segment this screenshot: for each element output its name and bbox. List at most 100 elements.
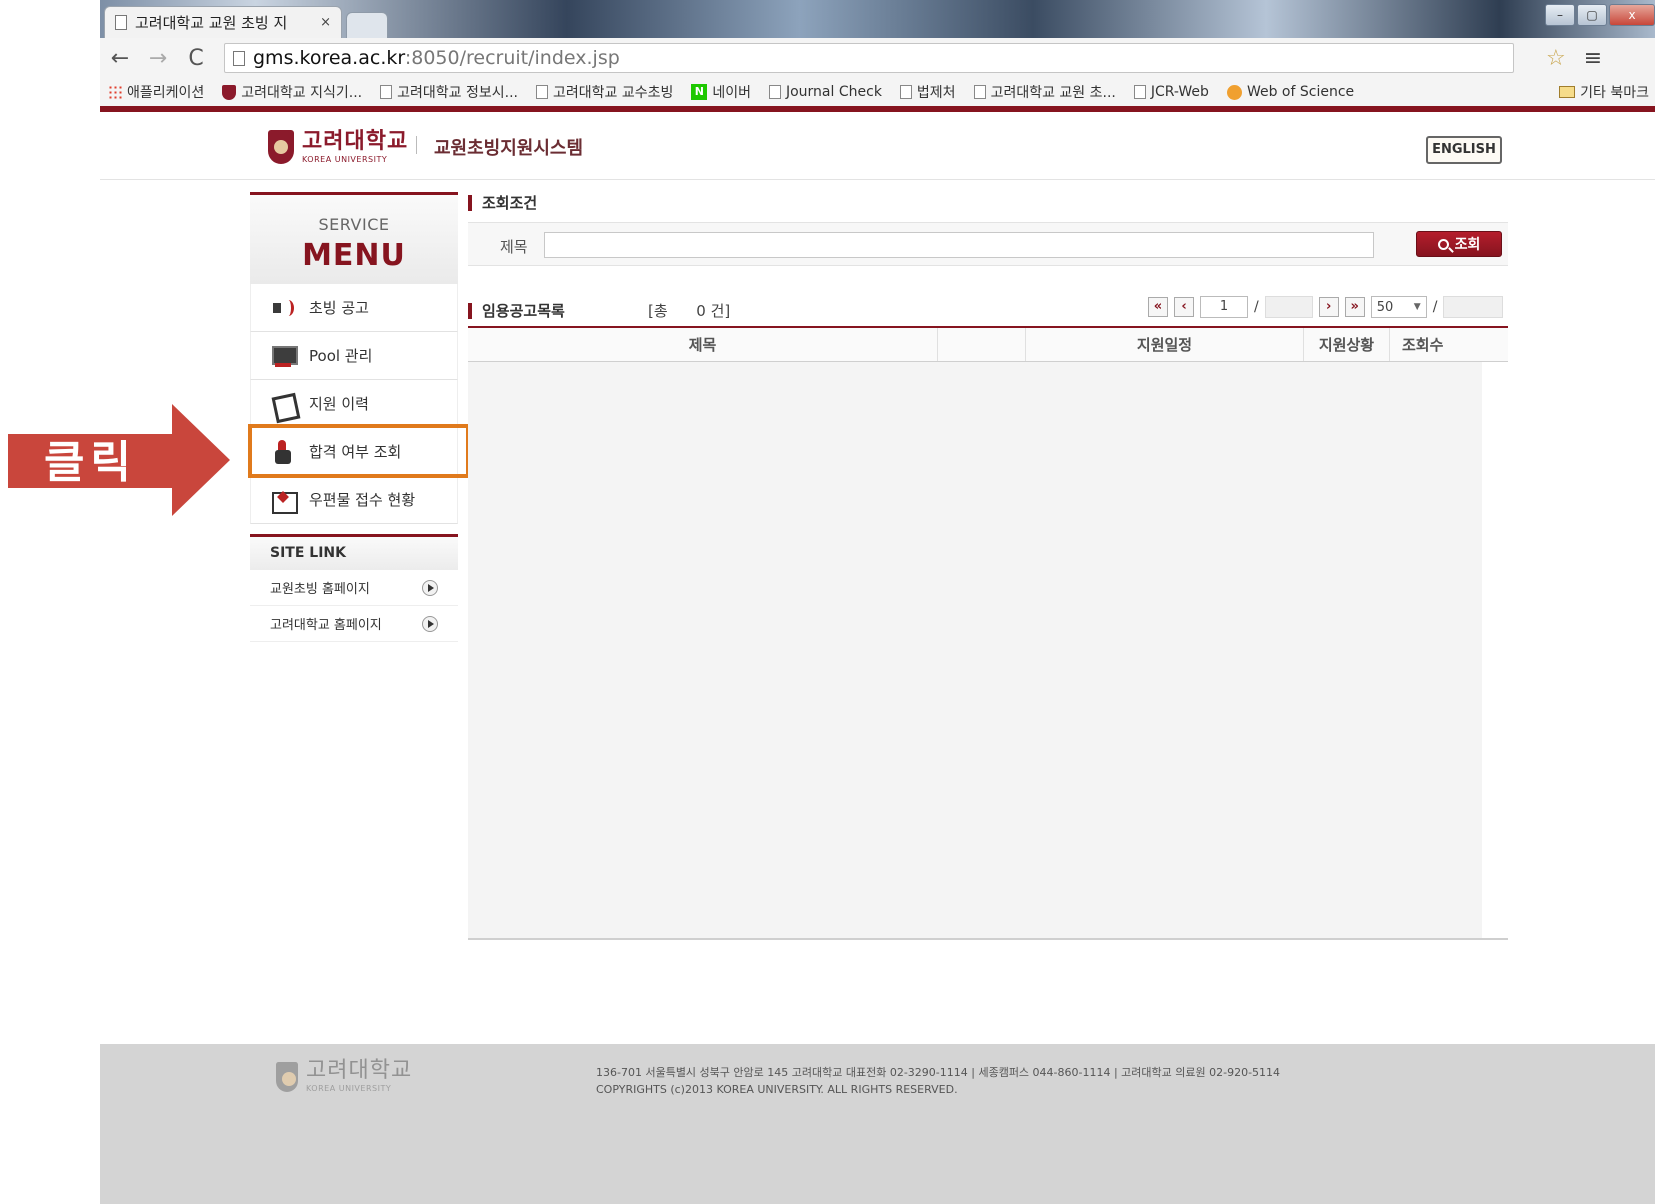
highlight-box (248, 424, 470, 478)
play-icon (422, 579, 438, 596)
speaker-icon (271, 296, 295, 320)
title-search-input[interactable] (544, 232, 1374, 258)
footer-address: 136-701 서울특별시 성북구 안암로 145 고려대학교 대표전화 02-… (596, 1066, 1281, 1079)
new-tab-button[interactable] (346, 12, 388, 38)
table-body (468, 362, 1482, 938)
first-page-button[interactable]: « (1148, 297, 1168, 317)
site-link-title: SITE LINK (250, 534, 458, 570)
menu-item-label: 초빙 공고 (309, 299, 369, 317)
close-window-button[interactable]: x (1609, 4, 1655, 26)
url-host: gms.korea.ac.kr (253, 47, 405, 69)
title-label: 제목 (500, 238, 528, 256)
menu-item-pool[interactable]: Pool 관리 (250, 332, 458, 380)
bookmark-item[interactable]: 고려대학교 정보시... (380, 82, 518, 102)
logo-english: KOREA UNIVERSITY (302, 154, 388, 164)
search-row: 제목 조회 (468, 222, 1508, 266)
ku-shield-icon (268, 130, 294, 164)
bookmark-item[interactable]: 고려대학교 교원 초... (973, 82, 1116, 102)
play-icon (422, 615, 438, 632)
maximize-button[interactable]: ▢ (1577, 4, 1607, 26)
menu-item-label: Pool 관리 (309, 347, 373, 365)
footer-logo-english: KOREA UNIVERSITY (306, 1084, 392, 1093)
site-header: 고려대학교 KOREA UNIVERSITY 교원초빙지원시스템 ENGLISH (100, 112, 1655, 180)
menu-title: MENU (302, 238, 406, 273)
table-header: 제목 지원일정 지원상황 조회수 (468, 326, 1508, 362)
menu-item-recruit-notice[interactable]: 초빙 공고 (250, 284, 458, 332)
logo-korean: 고려대학교 (302, 128, 409, 154)
footer-copyright: COPYRIGHTS (c)2013 KOREA UNIVERSITY. ALL… (596, 1083, 958, 1096)
site-link-ku-home[interactable]: 고려대학교 홈페이지 (250, 606, 458, 642)
menu-header: SERVICE MENU (250, 192, 458, 284)
url-path: :8050/recruit/index.jsp (404, 47, 620, 69)
table-bottom-border (468, 938, 1508, 940)
menu-item-label: 우편물 접수 현황 (309, 491, 416, 509)
bookmark-naver[interactable]: N 네이버 (691, 82, 751, 102)
next-page-button[interactable]: › (1318, 297, 1339, 317)
search-button[interactable]: 조회 (1416, 231, 1502, 257)
bookmarks-bar: 애플리케이션 고려대학교 지식기... 고려대학교 정보시... 고려대학교 교… (100, 78, 1655, 106)
page-icon (899, 85, 912, 99)
menu-item-history[interactable]: 지원 이력 (250, 380, 458, 428)
total-records (1443, 296, 1504, 318)
page-size-select[interactable]: 50 ▼ (1370, 296, 1427, 318)
window-controls: – ▢ x (1545, 4, 1655, 26)
menu-subtitle: SERVICE (318, 215, 390, 234)
back-button[interactable]: ← (110, 46, 130, 71)
page-separator: / (1254, 299, 1259, 315)
tab-bar: 고려대학교 교원 초빙 지 × – ▢ x (100, 0, 1655, 38)
tab-close-icon[interactable]: × (320, 15, 331, 30)
column-schedule: 지원일정 (1026, 328, 1304, 361)
total-pages (1264, 296, 1313, 318)
bookmark-item[interactable]: Journal Check (768, 84, 882, 100)
search-icon (1437, 238, 1449, 250)
bookmark-item[interactable]: JCR-Web (1133, 84, 1209, 100)
ku-logo[interactable]: 고려대학교 KOREA UNIVERSITY (268, 130, 408, 164)
site-link-recruit-home[interactable]: 교원초빙 홈페이지 (250, 570, 458, 606)
chevron-down-icon: ▼ (1413, 302, 1421, 312)
page-icon (233, 50, 245, 66)
apps-icon (108, 85, 122, 99)
page-icon (768, 85, 781, 99)
browser-menu-icon[interactable]: ≡ (1584, 46, 1602, 71)
page-icon (115, 15, 127, 30)
prev-page-button[interactable]: ‹ (1174, 297, 1194, 317)
ku-shield-icon (276, 1061, 298, 1092)
menu-item-label: 지원 이력 (309, 395, 369, 413)
pagination: « ‹ 1 / › » 50 ▼ / (1148, 296, 1504, 318)
click-annotation-label: 클릭 (44, 437, 137, 488)
list-section-title: 임용공고목록 (468, 300, 565, 321)
naver-icon: N (691, 84, 708, 100)
site-link-panel: SITE LINK 교원초빙 홈페이지 고려대학교 홈페이지 (250, 534, 458, 642)
monitor-icon (271, 344, 298, 368)
bookmark-star-icon[interactable]: ☆ (1546, 46, 1566, 71)
folder-icon (1559, 86, 1576, 98)
address-bar[interactable]: gms.korea.ac.kr:8050/recruit/index.jsp (224, 43, 1514, 73)
ku-icon (222, 84, 237, 100)
forward-button[interactable]: → (148, 46, 168, 71)
minimize-button[interactable]: – (1545, 4, 1575, 26)
bookmark-item[interactable]: 고려대학교 지식기... (222, 82, 362, 102)
browser-tab[interactable]: 고려대학교 교원 초빙 지 × (104, 6, 342, 38)
bookmark-wos[interactable]: Web of Science (1226, 84, 1354, 100)
last-page-button[interactable]: » (1344, 297, 1365, 317)
menu-item-mail[interactable]: 우편물 접수 현황 (250, 476, 458, 524)
browser-window: 고려대학교 교원 초빙 지 × – ▢ x ← → C gms.korea.ac… (100, 0, 1655, 118)
header-divider (416, 136, 417, 154)
english-button[interactable]: ENGLISH (1426, 136, 1502, 164)
bookmark-apps[interactable]: 애플리케이션 (108, 82, 204, 102)
page-icon (1133, 85, 1146, 99)
page-size-separator: / (1432, 299, 1438, 315)
bookmark-item[interactable]: 고려대학교 교수초빙 (535, 82, 673, 102)
reload-button[interactable]: C (186, 46, 206, 71)
column-status: 지원상황 (1304, 328, 1390, 361)
system-title: 교원초빙지원시스템 (434, 138, 584, 159)
total-count: [총 0 건] (648, 302, 731, 320)
page-number-input[interactable]: 1 (1200, 296, 1248, 318)
footer-logo: 고려대학교 KOREA UNIVERSITY (276, 1060, 412, 1093)
footer-logo-korean: 고려대학교 (306, 1058, 413, 1083)
bookmark-folder[interactable]: 기타 북마크 (1559, 82, 1655, 102)
footer-info: 136-701 서울특별시 성북구 안암로 145 고려대학교 대표전화 02-… (596, 1064, 1280, 1098)
list-header: 임용공고목록 [총 0 건] « ‹ 1 / › » 50 ▼ / (468, 296, 1508, 324)
column-blank (938, 328, 1026, 361)
bookmark-item[interactable]: 법제처 (899, 82, 956, 102)
